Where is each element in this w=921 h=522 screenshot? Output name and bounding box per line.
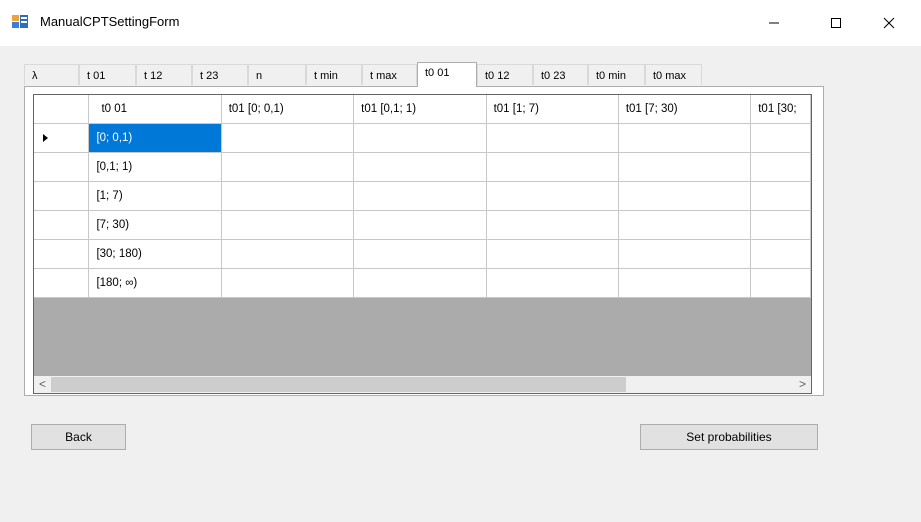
current-row-icon xyxy=(43,133,48,142)
table-row: [180; ∞) xyxy=(34,268,811,298)
grid-cell[interactable] xyxy=(221,152,355,182)
scroll-right-icon[interactable]: > xyxy=(794,376,811,393)
row-header[interactable] xyxy=(34,210,90,240)
grid-cell[interactable] xyxy=(618,210,752,240)
table-row: [0; 0,1) xyxy=(34,123,811,153)
table-row: [7; 30) xyxy=(34,210,811,240)
tab-lambda[interactable]: λ xyxy=(24,64,79,85)
close-button[interactable] xyxy=(866,0,912,46)
row-header[interactable] xyxy=(34,239,90,269)
grid-cell[interactable] xyxy=(750,123,811,153)
back-button[interactable]: Back xyxy=(31,424,126,450)
grid-cell[interactable] xyxy=(750,268,811,298)
table-row: [0,1; 1) xyxy=(34,152,811,182)
grid-cell[interactable] xyxy=(486,268,619,298)
app-form-icon xyxy=(12,15,28,28)
scrollbar-thumb[interactable] xyxy=(51,377,626,392)
tab-t0-23[interactable]: t0 23 xyxy=(533,64,588,85)
grid-table: t0 01 t01 [0; 0,1) t01 [0,1; 1) t01 [1; … xyxy=(34,95,811,298)
grid-cell[interactable] xyxy=(353,239,487,269)
tab-tmax[interactable]: t max xyxy=(362,64,417,85)
grid-cell[interactable] xyxy=(353,123,487,153)
minimize-button[interactable] xyxy=(751,0,797,46)
maximize-button[interactable] xyxy=(813,0,859,46)
grid-cell[interactable] xyxy=(353,152,487,182)
title-bar: ManualCPTSettingForm xyxy=(0,0,921,46)
column-header[interactable]: t01 [30; xyxy=(750,95,811,124)
row-label-cell[interactable]: [0,1; 1) xyxy=(88,152,222,182)
grid-cell[interactable] xyxy=(618,268,752,298)
row-header[interactable] xyxy=(34,268,90,298)
grid-cell[interactable] xyxy=(486,152,619,182)
table-row: [30; 180) xyxy=(34,239,811,269)
table-row: [1; 7) xyxy=(34,181,811,211)
row-header[interactable] xyxy=(34,181,90,211)
tab-t01[interactable]: t 01 xyxy=(79,64,136,85)
row-header[interactable] xyxy=(34,152,90,182)
grid-cell[interactable] xyxy=(353,210,487,240)
grid-cell[interactable] xyxy=(221,239,355,269)
grid-cell[interactable] xyxy=(486,181,619,211)
column-header[interactable]: t01 [0,1; 1) xyxy=(353,95,487,124)
data-grid[interactable]: t0 01 t01 [0; 0,1) t01 [0,1; 1) t01 [1; … xyxy=(33,94,812,394)
tab-t23[interactable]: t 23 xyxy=(192,64,248,85)
row-label-cell[interactable]: [180; ∞) xyxy=(88,268,222,298)
grid-cell[interactable] xyxy=(618,181,752,211)
grid-cell[interactable] xyxy=(221,268,355,298)
minimize-icon xyxy=(769,22,779,24)
grid-header-row: t0 01 t01 [0; 0,1) t01 [0,1; 1) t01 [1; … xyxy=(34,95,811,124)
tab-t12[interactable]: t 12 xyxy=(136,64,192,85)
grid-cell[interactable] xyxy=(221,210,355,240)
grid-cell[interactable] xyxy=(486,210,619,240)
grid-cell[interactable] xyxy=(221,123,355,153)
tab-n[interactable]: n xyxy=(248,64,306,85)
scroll-left-icon[interactable]: < xyxy=(34,376,51,393)
grid-cell[interactable] xyxy=(618,239,752,269)
tab-tmin[interactable]: t min xyxy=(306,64,362,85)
close-icon xyxy=(883,17,895,29)
corner-header xyxy=(34,95,90,124)
tab-t0-12[interactable]: t0 12 xyxy=(477,64,533,85)
grid-cell[interactable] xyxy=(353,268,487,298)
tab-t0-min[interactable]: t0 min xyxy=(588,64,645,85)
set-probabilities-button[interactable]: Set probabilities xyxy=(640,424,818,450)
grid-cell[interactable] xyxy=(221,181,355,211)
grid-cell[interactable] xyxy=(750,152,811,182)
row-header[interactable] xyxy=(34,123,90,153)
row-label-cell[interactable]: [7; 30) xyxy=(88,210,222,240)
horizontal-scrollbar[interactable]: < > xyxy=(34,376,811,393)
column-header[interactable]: t0 01 xyxy=(88,95,222,124)
row-label-cell[interactable]: [0; 0,1) xyxy=(88,123,222,153)
maximize-icon xyxy=(831,18,841,28)
tab-t0-max[interactable]: t0 max xyxy=(645,64,702,85)
row-label-cell[interactable]: [1; 7) xyxy=(88,181,222,211)
grid-cell[interactable] xyxy=(618,123,752,153)
grid-cell[interactable] xyxy=(353,181,487,211)
row-label-cell[interactable]: [30; 180) xyxy=(88,239,222,269)
grid-cell[interactable] xyxy=(618,152,752,182)
grid-cell[interactable] xyxy=(750,239,811,269)
tab-t0-01[interactable]: t0 01 xyxy=(417,62,477,87)
grid-cell[interactable] xyxy=(486,123,619,153)
grid-cell[interactable] xyxy=(486,239,619,269)
grid-cell[interactable] xyxy=(750,210,811,240)
column-header[interactable]: t01 [7; 30) xyxy=(618,95,752,124)
window-title: ManualCPTSettingForm xyxy=(40,14,180,29)
grid-cell[interactable] xyxy=(750,181,811,211)
column-header[interactable]: t01 [1; 7) xyxy=(486,95,619,124)
column-header[interactable]: t01 [0; 0,1) xyxy=(221,95,355,124)
